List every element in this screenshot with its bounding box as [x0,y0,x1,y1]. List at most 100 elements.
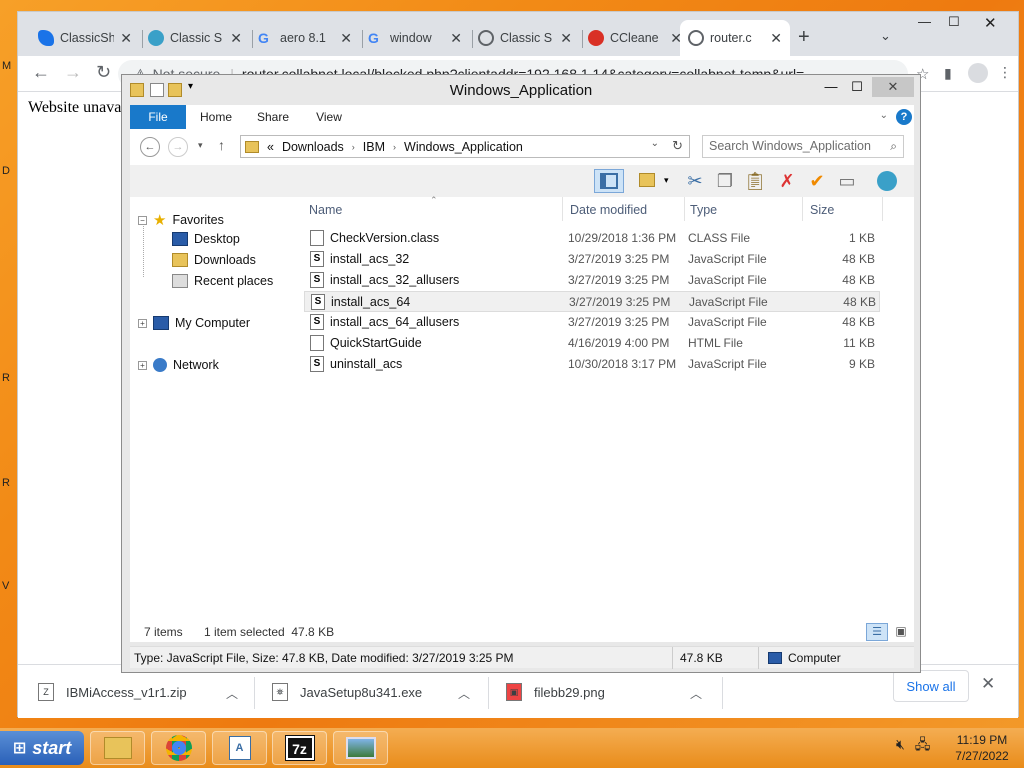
address-dropdown-icon[interactable]: ⌄ [651,138,659,149]
download-item-3[interactable]: ▣ filebb29.png [506,677,605,707]
file-row-selected[interactable]: S install_acs_64 3/27/2019 3:25 PM JavaS… [304,291,880,312]
forward-arrow-icon[interactable]: → [64,62,82,83]
download-item-2[interactable]: ⛯ JavaSetup8u341.exe [272,677,422,707]
network-status-icon[interactable]: 🖧︎ [915,736,931,752]
tab-search-chevron-icon[interactable]: ⌄ [880,28,891,44]
copy-icon[interactable]: ❐ [712,169,738,193]
paste-clipboard-icon[interactable]: 📋︎ [742,169,768,193]
breadcrumb-overflow[interactable]: « [267,140,274,154]
chrome-taskbar-button[interactable] [151,731,206,765]
close-tab-icon[interactable]: ✕ [120,30,132,47]
help-icon[interactable]: ? [896,109,912,125]
tab-home[interactable]: Home [194,105,238,129]
file-explorer-taskbar-button[interactable] [90,731,145,765]
up-arrow-icon[interactable]: ↑ [218,137,225,153]
column-header-type[interactable]: Type [690,203,717,217]
nav-network[interactable]: + Network [138,358,219,372]
recent-locations-chevron-icon[interactable]: ▾ [198,140,203,151]
breadcrumb-ibm[interactable]: IBM [363,140,385,154]
chevron-up-icon[interactable]: ︿ [458,685,470,702]
breadcrumb-downloads[interactable]: Downloads [282,140,344,154]
chevron-up-icon[interactable]: ︿ [226,685,238,702]
back-arrow-icon[interactable]: ← [140,137,160,157]
ribbon-collapse-chevron-icon[interactable]: ⌄ [880,110,888,121]
preview-pane-icon[interactable] [594,169,624,193]
menu-kebab-icon[interactable]: ⋮ [998,64,1012,81]
organize-dropdown-icon[interactable]: ▾ [664,175,669,186]
close-tab-icon[interactable]: ✕ [770,30,782,47]
minimize-icon[interactable]: — [818,77,844,97]
cut-scissors-icon[interactable]: ✂ [682,169,708,193]
close-window-icon[interactable]: ✕ [872,77,914,97]
nav-downloads[interactable]: Downloads [172,253,256,267]
chevron-up-icon[interactable]: ︿ [690,685,702,702]
close-tab-icon[interactable]: ✕ [560,30,572,47]
file-row[interactable]: S uninstall_acs 10/30/2018 3:17 PM JavaS… [304,354,880,375]
file-row[interactable]: S install_acs_64_allusers 3/27/2019 3:25… [304,312,880,333]
file-row[interactable]: CheckVersion.class 10/29/2018 1:36 PM CL… [304,228,880,249]
forward-arrow-icon[interactable]: → [168,137,188,157]
tab-4[interactable]: G window ✕ [360,20,470,56]
close-tab-icon[interactable]: ✕ [340,30,352,47]
tab-5[interactable]: Classic S ✕ [470,20,580,56]
search-input[interactable]: Search Windows_Application ⌕ [702,135,904,158]
breadcrumb-windows-application[interactable]: Windows_Application [404,140,523,154]
file-row[interactable]: S install_acs_32 3/27/2019 3:25 PM JavaS… [304,249,880,270]
close-window-icon[interactable]: ✕ [984,14,997,32]
nav-recent-places[interactable]: Recent places [172,274,273,288]
breadcrumb-separator-icon[interactable]: › [352,142,355,152]
column-divider[interactable] [562,197,563,221]
reload-icon[interactable]: ↻ [96,62,111,83]
image-viewer-taskbar-button[interactable] [333,731,388,765]
expand-icon[interactable]: + [138,360,147,370]
tab-view[interactable]: View [310,105,348,129]
column-divider[interactable] [882,197,883,221]
volume-muted-icon[interactable]: 🔇︎ [896,736,905,752]
classic-shell-icon[interactable] [874,169,900,193]
download-item-1[interactable]: Z IBMiAccess_v1r1.zip [38,677,187,707]
collapse-icon[interactable]: − [138,215,147,225]
clock[interactable]: 11:19 PM 7/27/2022 [950,732,1014,764]
7zip-taskbar-button[interactable]: 7z [272,731,327,765]
close-tab-icon[interactable]: ✕ [450,30,462,47]
details-view-icon[interactable]: ☰ [866,623,888,641]
tab-3[interactable]: G aero 8.1 ✕ [250,20,360,56]
expand-icon[interactable]: + [138,318,147,328]
folder-address-bar[interactable]: « Downloads › IBM › Windows_Application … [240,135,690,158]
column-header-date[interactable]: Date modified [570,203,647,217]
organize-folder-icon[interactable] [634,169,660,193]
nav-favorites[interactable]: − ★ Favorites [138,211,224,229]
new-tab-button[interactable]: + [798,26,810,49]
tab-file[interactable]: File [130,105,186,129]
column-divider[interactable] [802,197,803,221]
rename-icon[interactable]: ▭ [834,169,860,193]
minimize-icon[interactable]: — [918,14,931,29]
nav-my-computer[interactable]: + My Computer [138,316,250,330]
file-row[interactable]: S install_acs_32_allusers 3/27/2019 3:25… [304,270,880,291]
tab-1[interactable]: ClassicSh ✕ [30,20,140,56]
close-shelf-icon[interactable]: ✕ [981,674,995,694]
back-arrow-icon[interactable]: ← [32,62,50,83]
column-header-size[interactable]: Size [810,203,834,217]
start-button[interactable]: ⊞ start [0,731,84,765]
close-tab-icon[interactable]: ✕ [230,30,242,47]
maximize-icon[interactable]: ☐ [948,14,960,30]
maximize-icon[interactable]: ☐ [844,77,870,97]
refresh-icon[interactable]: ↻ [672,138,683,154]
tab-6[interactable]: CCleane ✕ [580,20,690,56]
column-header-name[interactable]: Name [309,203,342,217]
sidepanel-icon[interactable]: ▮ [944,65,952,82]
tab-7-active[interactable]: router.c ✕ [680,20,790,56]
checkmark-icon[interactable]: ✔ [804,169,830,193]
show-all-button[interactable]: Show all [893,670,969,702]
wordpad-taskbar-button[interactable]: A [212,731,267,765]
file-row[interactable]: QuickStartGuide 4/16/2019 4:00 PM HTML F… [304,333,880,354]
column-divider[interactable] [684,197,685,221]
nav-desktop[interactable]: Desktop [172,232,240,246]
tab-2[interactable]: Classic S ✕ [140,20,250,56]
breadcrumb-separator-icon[interactable]: › [393,142,396,152]
delete-x-icon[interactable]: ✗ [774,169,800,193]
profile-avatar-icon[interactable] [968,63,988,88]
large-icons-view-icon[interactable]: ▣ [890,623,912,641]
tab-share[interactable]: Share [252,105,294,129]
